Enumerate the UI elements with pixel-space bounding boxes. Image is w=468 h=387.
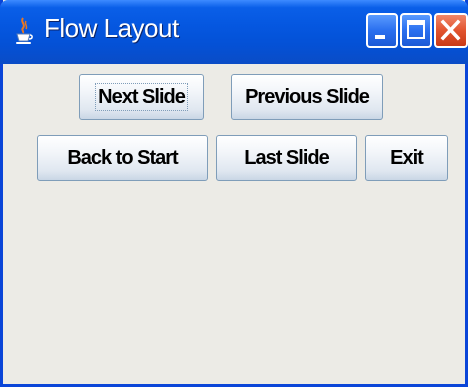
previous-slide-label: Previous Slide	[245, 86, 370, 108]
content-pane: Next Slide Previous Slide Back to Start …	[3, 64, 465, 384]
next-slide-button[interactable]: Next Slide	[79, 74, 204, 120]
window-title: Flow Layout	[44, 13, 179, 43]
exit-label: Exit	[390, 147, 424, 169]
close-icon	[440, 19, 461, 41]
application-window: Flow Layout Next Slide Previous Slide Ba…	[0, 0, 468, 387]
minimize-button[interactable]	[366, 13, 398, 48]
title-bar[interactable]: Flow Layout	[0, 0, 468, 64]
last-slide-button[interactable]: Last Slide	[216, 135, 357, 181]
back-to-start-label: Back to Start	[67, 147, 178, 169]
exit-button[interactable]: Exit	[365, 135, 448, 181]
previous-slide-button[interactable]: Previous Slide	[231, 74, 383, 120]
maximize-button[interactable]	[400, 13, 432, 48]
maximize-icon	[407, 20, 425, 39]
back-to-start-button[interactable]: Back to Start	[37, 135, 208, 181]
java-cup-icon[interactable]	[14, 16, 34, 46]
close-button[interactable]	[434, 13, 468, 48]
next-slide-label: Next Slide	[95, 83, 188, 111]
last-slide-label: Last Slide	[244, 147, 329, 169]
minimize-icon	[375, 35, 385, 39]
